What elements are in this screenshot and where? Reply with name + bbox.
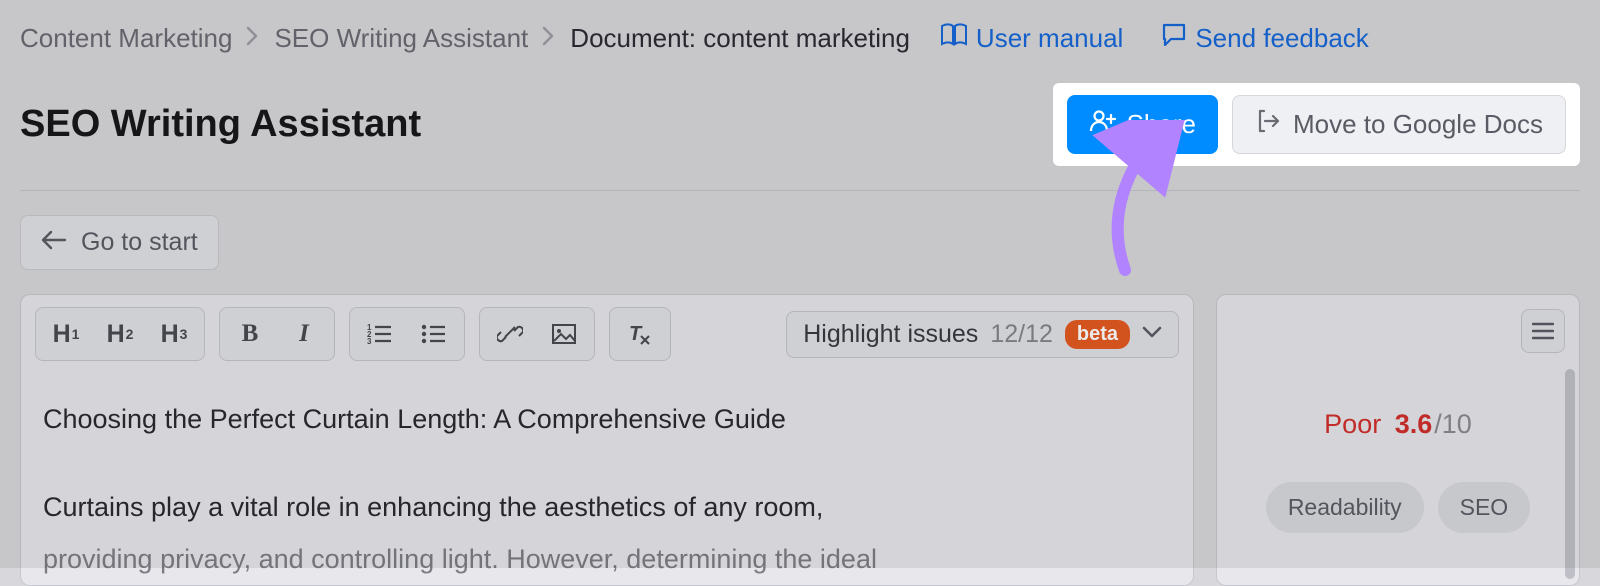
list-group: 123 — [349, 307, 465, 361]
highlight-issues-count: 12/12 — [990, 320, 1053, 349]
chat-icon — [1161, 22, 1187, 55]
header-actions: Share Move to Google Docs — [1053, 83, 1580, 166]
h3-button[interactable]: H3 — [148, 312, 200, 356]
highlight-issues-label: Highlight issues — [803, 320, 978, 349]
breadcrumb-current: Document: content marketing — [570, 23, 910, 54]
format-group: B I — [219, 307, 335, 361]
breadcrumb-section[interactable]: SEO Writing Assistant — [274, 23, 528, 54]
seo-chip[interactable]: SEO — [1438, 482, 1531, 533]
panel-scrollbar[interactable] — [1565, 369, 1575, 579]
chevron-right-icon — [246, 26, 260, 52]
unordered-list-button[interactable] — [408, 312, 460, 356]
breadcrumb: Content Marketing SEO Writing Assistant … — [20, 22, 1580, 55]
clear-group: T — [609, 307, 671, 361]
editor-toolbar: H1 H2 H3 B I 123 — [21, 295, 1193, 373]
svg-text:T: T — [629, 323, 643, 345]
document-heading: Choosing the Perfect Curtain Length: A C… — [43, 395, 1171, 445]
headings-group: H1 H2 H3 — [35, 307, 205, 361]
h1-button[interactable]: H1 — [40, 312, 92, 356]
highlight-issues-dropdown[interactable]: Highlight issues 12/12 beta — [786, 311, 1179, 358]
user-manual-label: User manual — [976, 23, 1123, 54]
image-button[interactable] — [538, 312, 590, 356]
bold-button[interactable]: B — [224, 312, 276, 356]
move-to-gdocs-label: Move to Google Docs — [1293, 109, 1543, 140]
readability-chip[interactable]: Readability — [1266, 482, 1424, 533]
metric-chips: Readability SEO — [1231, 482, 1565, 533]
score-value: 3.6 — [1395, 409, 1433, 439]
arrow-left-icon — [41, 228, 67, 257]
person-add-icon — [1089, 109, 1117, 140]
svg-text:3: 3 — [367, 337, 372, 345]
beta-badge: beta — [1065, 320, 1130, 349]
share-button[interactable]: Share — [1067, 95, 1218, 154]
page-title: SEO Writing Assistant — [20, 103, 421, 146]
document-paragraph-2: providing privacy, and controlling light… — [43, 535, 1171, 585]
editor-panel: H1 H2 H3 B I 123 — [20, 294, 1194, 586]
send-feedback-label: Send feedback — [1195, 23, 1368, 54]
score-max: /10 — [1434, 409, 1472, 439]
chevron-right-icon — [542, 26, 556, 52]
share-button-label: Share — [1127, 109, 1196, 140]
export-icon — [1255, 108, 1281, 141]
user-manual-link[interactable]: User manual — [940, 23, 1123, 54]
panel-menu-button[interactable] — [1521, 309, 1565, 353]
score-label: Poor — [1324, 409, 1381, 439]
breadcrumb-parent[interactable]: Content Marketing — [20, 23, 232, 54]
link-button[interactable] — [484, 312, 536, 356]
italic-button[interactable]: I — [278, 312, 330, 356]
chevron-down-icon — [1142, 325, 1162, 344]
score-display: Poor 3.6/10 — [1231, 409, 1565, 440]
go-to-start-label: Go to start — [81, 228, 198, 257]
document-paragraph-1: Curtains play a vital role in enhancing … — [43, 483, 1171, 533]
ordered-list-button[interactable]: 123 — [354, 312, 406, 356]
send-feedback-link[interactable]: Send feedback — [1161, 22, 1368, 55]
go-to-start-button[interactable]: Go to start — [20, 215, 219, 270]
h2-button[interactable]: H2 — [94, 312, 146, 356]
clear-format-button[interactable]: T — [614, 312, 666, 356]
editor-body[interactable]: Choosing the Perfect Curtain Length: A C… — [21, 373, 1193, 585]
book-icon — [940, 23, 968, 54]
move-to-gdocs-button[interactable]: Move to Google Docs — [1232, 95, 1566, 154]
score-panel: Poor 3.6/10 Readability SEO — [1216, 294, 1580, 586]
insert-group — [479, 307, 595, 361]
hamburger-icon — [1532, 322, 1554, 340]
